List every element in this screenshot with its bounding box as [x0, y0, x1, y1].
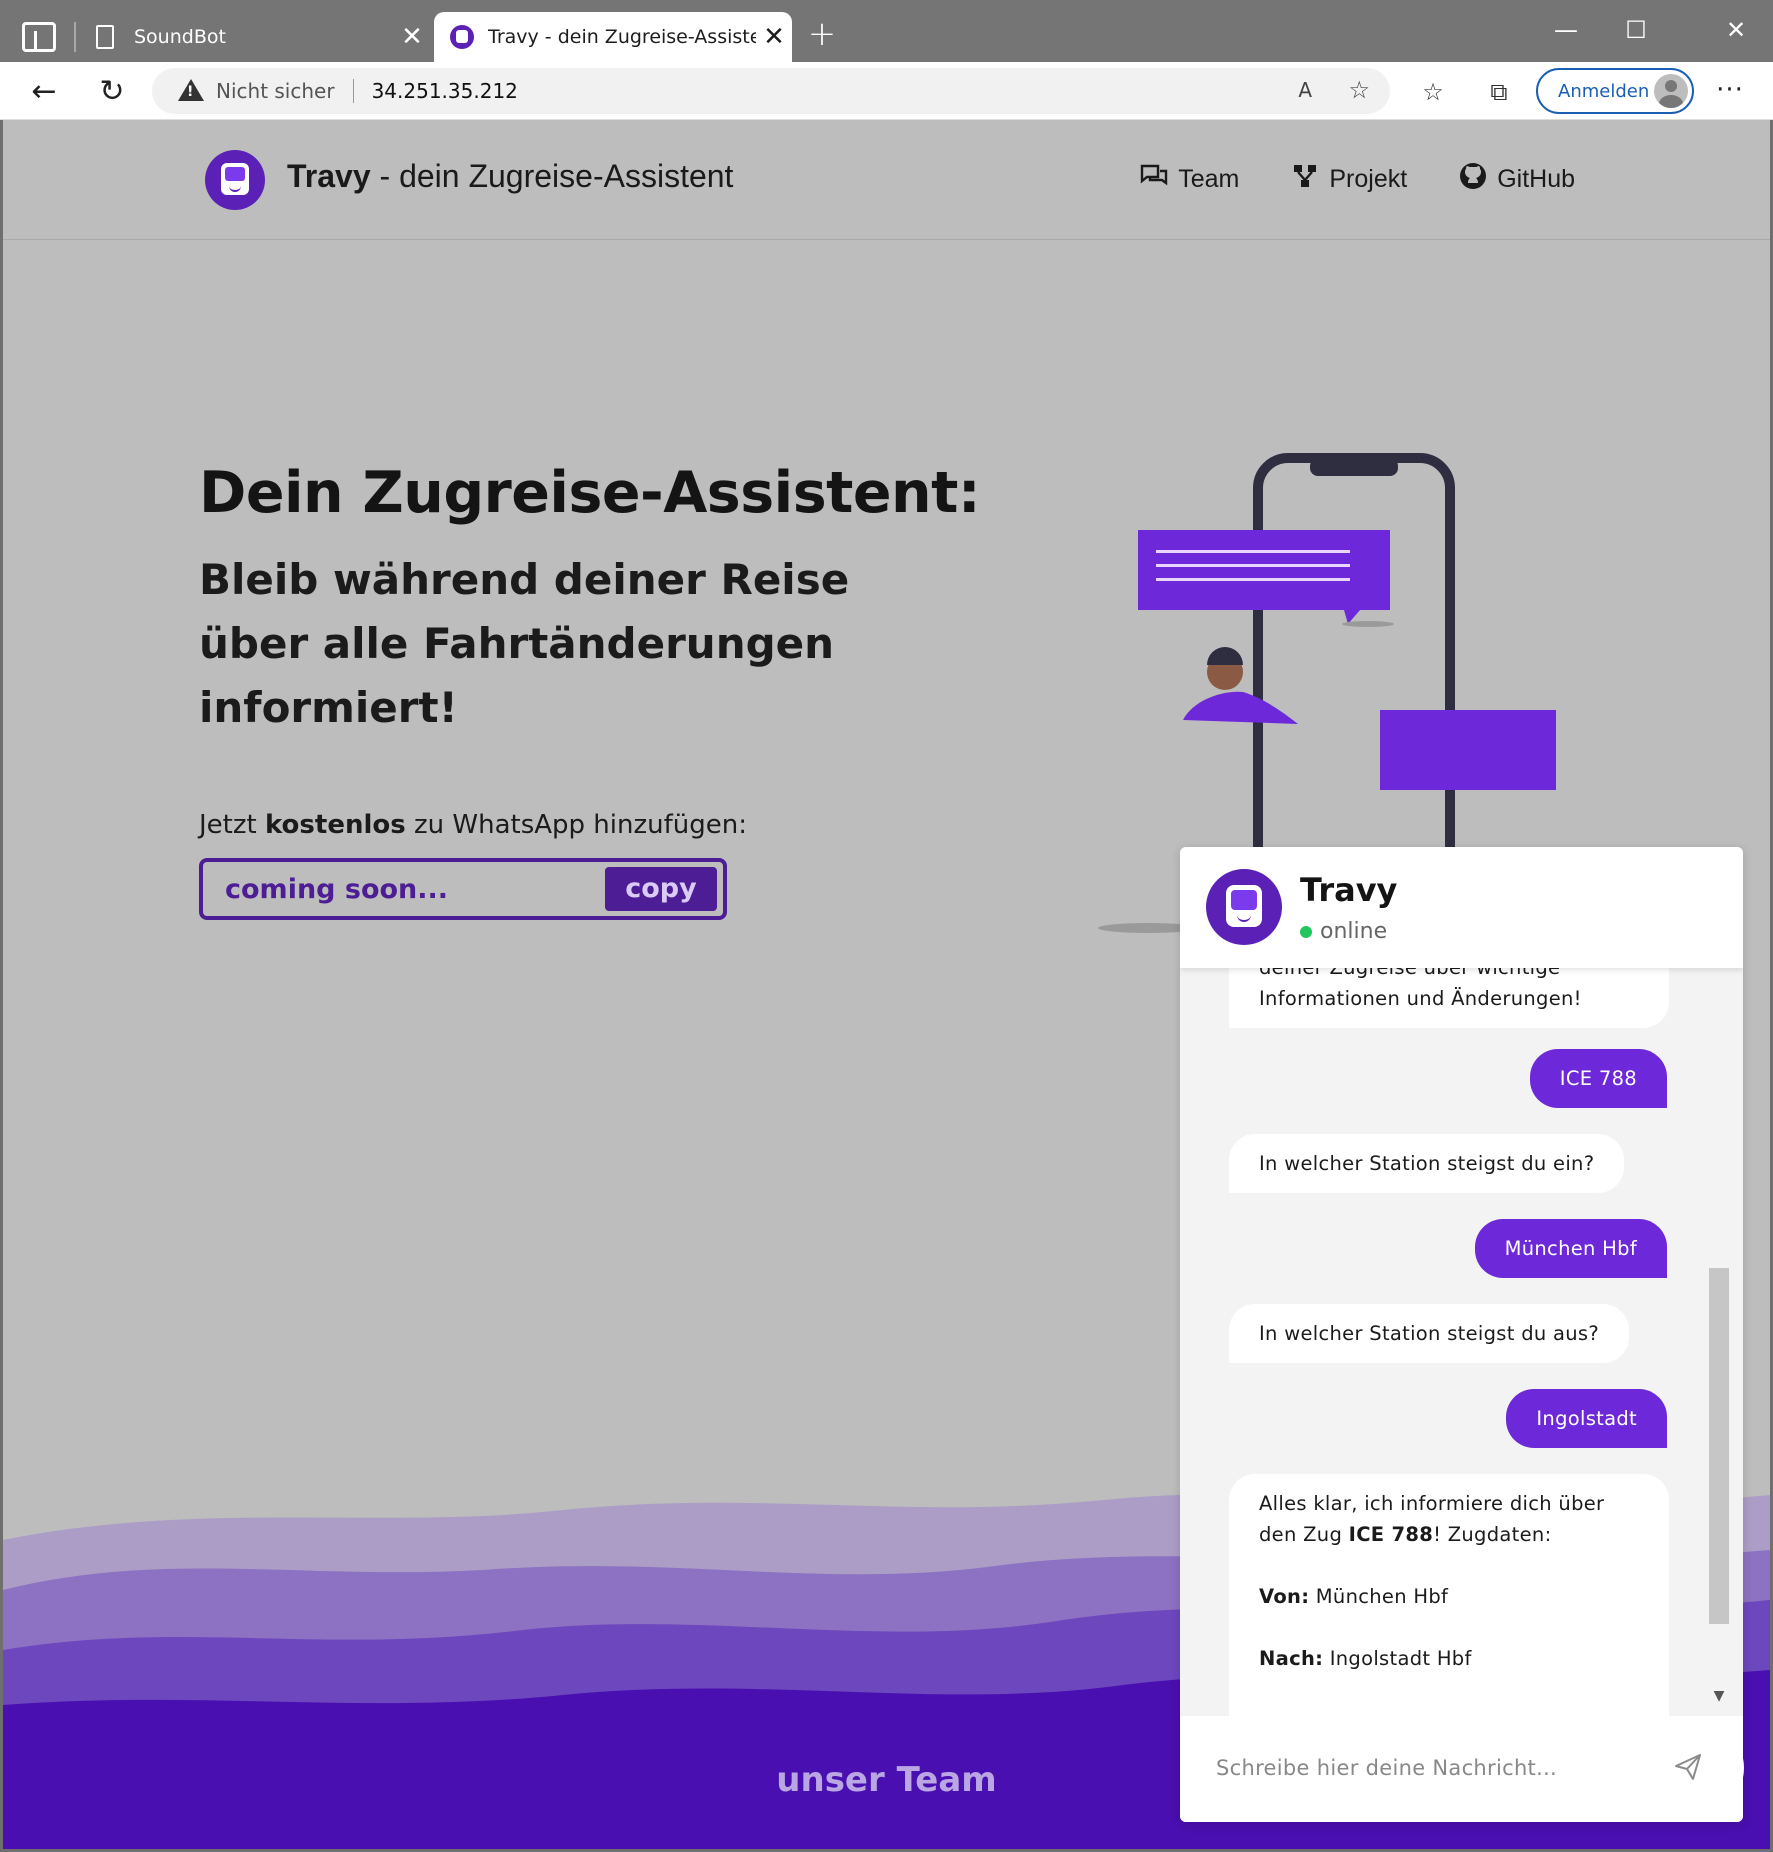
from-label: Von:	[1259, 1585, 1310, 1608]
cta-label: Jetzt kostenlos zu WhatsApp hinzufügen:	[199, 810, 747, 840]
summary-from: Von: München Hbf	[1259, 1581, 1639, 1612]
back-arrow-icon[interactable]: ←	[22, 70, 66, 114]
to-value: Ingolstadt Hbf	[1323, 1647, 1472, 1670]
collections-icon[interactable]: ⧉	[1482, 78, 1516, 106]
read-aloud-icon[interactable]: A	[1298, 78, 1312, 102]
close-tab-icon[interactable]: ✕	[756, 22, 792, 52]
bot-message: In welcher Station steigst du aus?	[1229, 1304, 1630, 1363]
message-input[interactable]: Schreibe hier deine Nachricht...	[1216, 1756, 1557, 1780]
reload-icon[interactable]: ↻	[90, 70, 134, 114]
more-menu-icon[interactable]: ···	[1710, 72, 1750, 112]
user-message: München Hbf	[1474, 1219, 1667, 1278]
from-value: München Hbf	[1309, 1585, 1449, 1608]
add-favorite-icon[interactable]: ☆	[1348, 76, 1370, 104]
url-field[interactable]: Nicht sicher 34.251.35.212 A ☆	[152, 68, 1390, 114]
close-tab-icon[interactable]: ✕	[394, 22, 430, 52]
hero-subtitle: Bleib während deiner Reise über alle Fah…	[199, 555, 850, 732]
tab-title: SoundBot	[134, 26, 226, 48]
bot-avatar-icon	[1206, 869, 1282, 945]
summary-to: Nach: Ingolstadt Hbf	[1259, 1643, 1639, 1674]
chat-bot-name: Travy	[1300, 871, 1398, 909]
project-graph-icon	[1291, 164, 1319, 195]
summary-train: ICE 788	[1348, 1523, 1434, 1546]
nav-team[interactable]: Team	[1140, 162, 1239, 197]
user-message: Ingolstadt	[1506, 1389, 1667, 1448]
scroll-down-arrow-icon[interactable]: ▼	[1709, 1688, 1729, 1704]
url-divider	[352, 79, 354, 103]
warning-icon[interactable]	[178, 79, 204, 103]
new-tab-icon[interactable]: +	[802, 14, 842, 54]
send-icon[interactable]	[1673, 1752, 1703, 1782]
site-nav: Team Projekt GitHub	[1140, 162, 1575, 197]
minimize-icon[interactable]: —	[1536, 10, 1596, 50]
profile-avatar-icon	[1654, 74, 1688, 108]
chat-scrollbar[interactable]	[1709, 1268, 1729, 1624]
nav-label: GitHub	[1497, 165, 1575, 193]
maximize-icon[interactable]: ☐	[1606, 10, 1666, 50]
summary-intro-suffix: ! Zugdaten:	[1433, 1523, 1552, 1546]
copy-button[interactable]: copy	[605, 867, 717, 911]
tab-soundbot[interactable]: SoundBot ✕	[86, 12, 430, 62]
brand-tagline: - dein Zugreise-Assistent	[370, 158, 734, 194]
nav-label: Team	[1178, 165, 1240, 193]
page-viewport: Travy - dein Zugreise-Assistent Team Pro…	[3, 120, 1770, 1849]
status-text: online	[1320, 919, 1388, 944]
cta-prefix: Jetzt	[199, 810, 265, 840]
security-label[interactable]: Nicht sicher	[216, 79, 335, 103]
online-dot-icon	[1300, 925, 1312, 938]
chat-widget: Travy online deiner Zugreise über wichti…	[1180, 847, 1743, 1822]
summary-intro: Alles klar, ich informiere dich über den…	[1259, 1488, 1639, 1550]
tab-travy[interactable]: Travy - dein Zugreise-Assistent ✕	[434, 12, 792, 62]
tab-title: Travy - dein Zugreise-Assistent	[488, 26, 756, 48]
cta-bold: kostenlos	[264, 810, 406, 840]
bot-message: deiner Zugreise über wichtige Informatio…	[1229, 968, 1669, 1028]
site-header: Travy - dein Zugreise-Assistent Team Pro…	[3, 120, 1770, 240]
page-icon	[96, 25, 114, 49]
brand-name: Travy	[287, 158, 371, 194]
chat-messages[interactable]: deiner Zugreise über wichtige Informatio…	[1180, 968, 1743, 1716]
tab-separator	[74, 22, 76, 52]
browser-tab-bar: SoundBot ✕ Travy - dein Zugreise-Assiste…	[0, 0, 1773, 62]
to-label: Nach:	[1259, 1647, 1324, 1670]
chat-status: online	[1300, 919, 1387, 944]
chat-input-bar: Schreibe hier deine Nachricht...	[1180, 1716, 1743, 1822]
travy-favicon-icon	[450, 25, 474, 49]
window-close-icon[interactable]: ✕	[1706, 10, 1766, 50]
chat-header: Travy online	[1180, 847, 1743, 968]
travy-logo-icon[interactable]	[205, 150, 265, 210]
user-message: ICE 788	[1529, 1049, 1667, 1108]
chat-bubbles-icon	[1140, 164, 1168, 195]
whatsapp-code-box: coming soon... copy	[199, 858, 727, 920]
nav-label: Projekt	[1329, 165, 1408, 193]
cta-suffix: zu WhatsApp hinzufügen:	[405, 810, 747, 840]
bot-message: In welcher Station steigst du ein?	[1229, 1134, 1625, 1193]
whatsapp-code-field[interactable]: coming soon...	[225, 874, 448, 905]
tab-actions-icon[interactable]	[22, 22, 56, 52]
nav-github[interactable]: GitHub	[1459, 162, 1575, 197]
github-icon	[1459, 162, 1487, 197]
signin-label: Anmelden	[1558, 80, 1650, 102]
site-brand[interactable]: Travy - dein Zugreise-Assistent	[287, 158, 733, 195]
address-bar: ← ↻ Nicht sicher 34.251.35.212 A ☆ ☆ ⧉ A…	[0, 62, 1773, 120]
hero-title: Dein Zugreise-Assistent:	[199, 460, 981, 526]
favorites-icon[interactable]: ☆	[1416, 78, 1450, 106]
signin-button[interactable]: Anmelden	[1536, 68, 1694, 114]
url-text[interactable]: 34.251.35.212	[372, 79, 518, 103]
nav-projekt[interactable]: Projekt	[1291, 162, 1407, 197]
bot-summary-message: Alles klar, ich informiere dich über den…	[1229, 1474, 1669, 1716]
